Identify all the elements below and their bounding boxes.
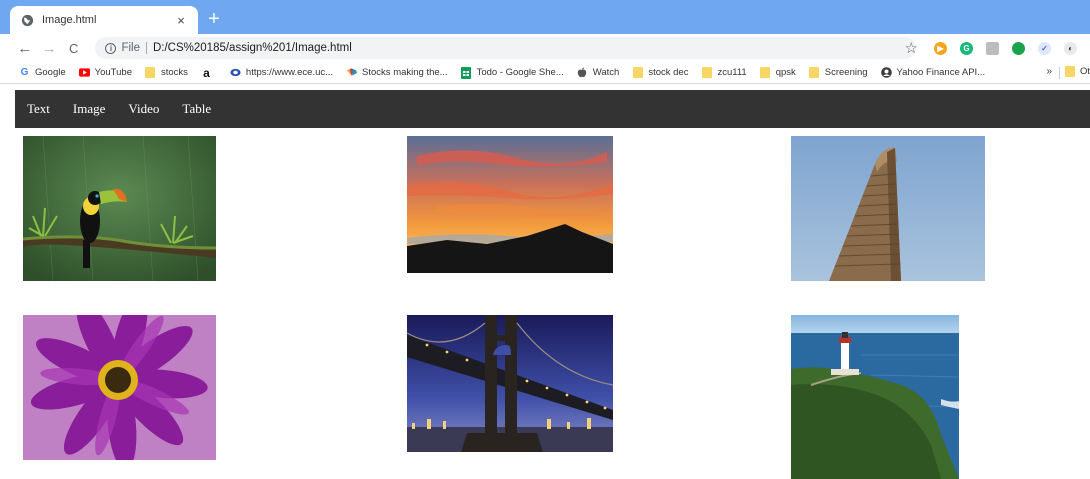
reload-button[interactable]: C (63, 37, 84, 59)
back-button[interactable]: ← (14, 37, 35, 59)
extension-grey-icon[interactable] (986, 41, 999, 55)
ece-icon (230, 67, 241, 78)
url-scheme: File (121, 42, 140, 54)
url-text[interactable]: D:/CS%20185/assign%201/Image.html (153, 42, 352, 54)
browser-toolbar: ← → C i File D:/CS%20185/assign%201/Imag… (0, 34, 1090, 62)
bookmark-other[interactable]: Ot (1064, 66, 1090, 77)
bookmark-yahoo-finance[interactable]: Yahoo Finance API... (880, 67, 985, 78)
photo-lighthouse (791, 315, 959, 479)
bookmarks-overflow-button[interactable]: » (1046, 66, 1052, 77)
extension-moon-icon[interactable]: ◐ (1064, 41, 1077, 55)
bookmark-watch[interactable]: Watch (577, 67, 619, 78)
bookmark-zcu111[interactable]: zcu111 (701, 67, 747, 78)
new-tab-button[interactable]: + (203, 9, 225, 31)
yahoo-icon (880, 67, 892, 78)
folder-icon (1064, 66, 1075, 77)
tab-title: Image.html (42, 14, 97, 26)
bookmark-screening[interactable]: Screening (809, 67, 868, 78)
bookmark-stock-dec[interactable]: stock dec (632, 67, 688, 78)
bookmark-stocks[interactable]: stocks (145, 67, 188, 78)
folder-icon (632, 67, 643, 78)
globe-icon (20, 13, 34, 27)
tab-close-icon[interactable]: × (174, 13, 188, 28)
bookmark-stocks-making[interactable]: Stocks making the... (346, 67, 448, 78)
photo-bridge-at-night (407, 315, 613, 452)
folder-icon (760, 67, 771, 78)
photo-sunset-mountain (407, 136, 613, 273)
extension-icons: ▶ G ✓ ◐ (934, 41, 1090, 55)
photo-purple-flower (23, 315, 216, 460)
extension-check-icon[interactable]: ✓ (1038, 41, 1051, 55)
youtube-icon (78, 67, 90, 78)
bookmark-todo-sheet[interactable]: Todo - Google She... (461, 66, 564, 79)
info-icon[interactable]: i (105, 42, 117, 54)
photo-toucan (23, 136, 216, 281)
apple-icon (577, 67, 588, 78)
browser-tab-strip: Image.html × + (0, 0, 1090, 34)
extension-play-icon[interactable]: ▶ (934, 41, 947, 55)
cnbc-icon (346, 67, 358, 78)
bookmarks-bar: G Google YouTube stocks a https://www.ec… (0, 62, 1090, 84)
sheets-icon (461, 66, 472, 79)
nav-link-text[interactable]: Text (27, 101, 50, 117)
bookmark-amazon[interactable]: a (201, 65, 217, 80)
folder-icon (809, 67, 820, 78)
nav-link-video[interactable]: Video (128, 101, 159, 117)
bookmark-google[interactable]: G Google (19, 67, 66, 78)
bookmark-star-icon[interactable]: ☆ (905, 39, 918, 57)
site-nav-bar: Text Image Video Table (15, 90, 1090, 128)
bookmark-ece[interactable]: https://www.ece.uc... (230, 67, 333, 78)
nav-link-image[interactable]: Image (73, 101, 105, 117)
nav-link-table[interactable]: Table (182, 101, 211, 117)
google-icon: G (20, 67, 29, 78)
amazon-icon: a (203, 65, 210, 80)
extension-grammarly-icon[interactable]: G (960, 41, 973, 55)
address-bar[interactable]: i File D:/CS%20185/assign%201/Image.html… (95, 37, 918, 59)
folder-icon (701, 67, 712, 78)
photo-flatiron-building (791, 136, 985, 281)
bookmark-qpsk[interactable]: qpsk (760, 67, 796, 78)
url-separator (145, 42, 147, 54)
extension-evernote-icon[interactable] (1012, 41, 1025, 55)
bookmarks-separator (1059, 67, 1060, 79)
folder-icon (145, 67, 156, 78)
bookmark-youtube[interactable]: YouTube (78, 67, 132, 78)
forward-button[interactable]: → (38, 37, 59, 59)
browser-tab[interactable]: Image.html × (10, 6, 198, 34)
